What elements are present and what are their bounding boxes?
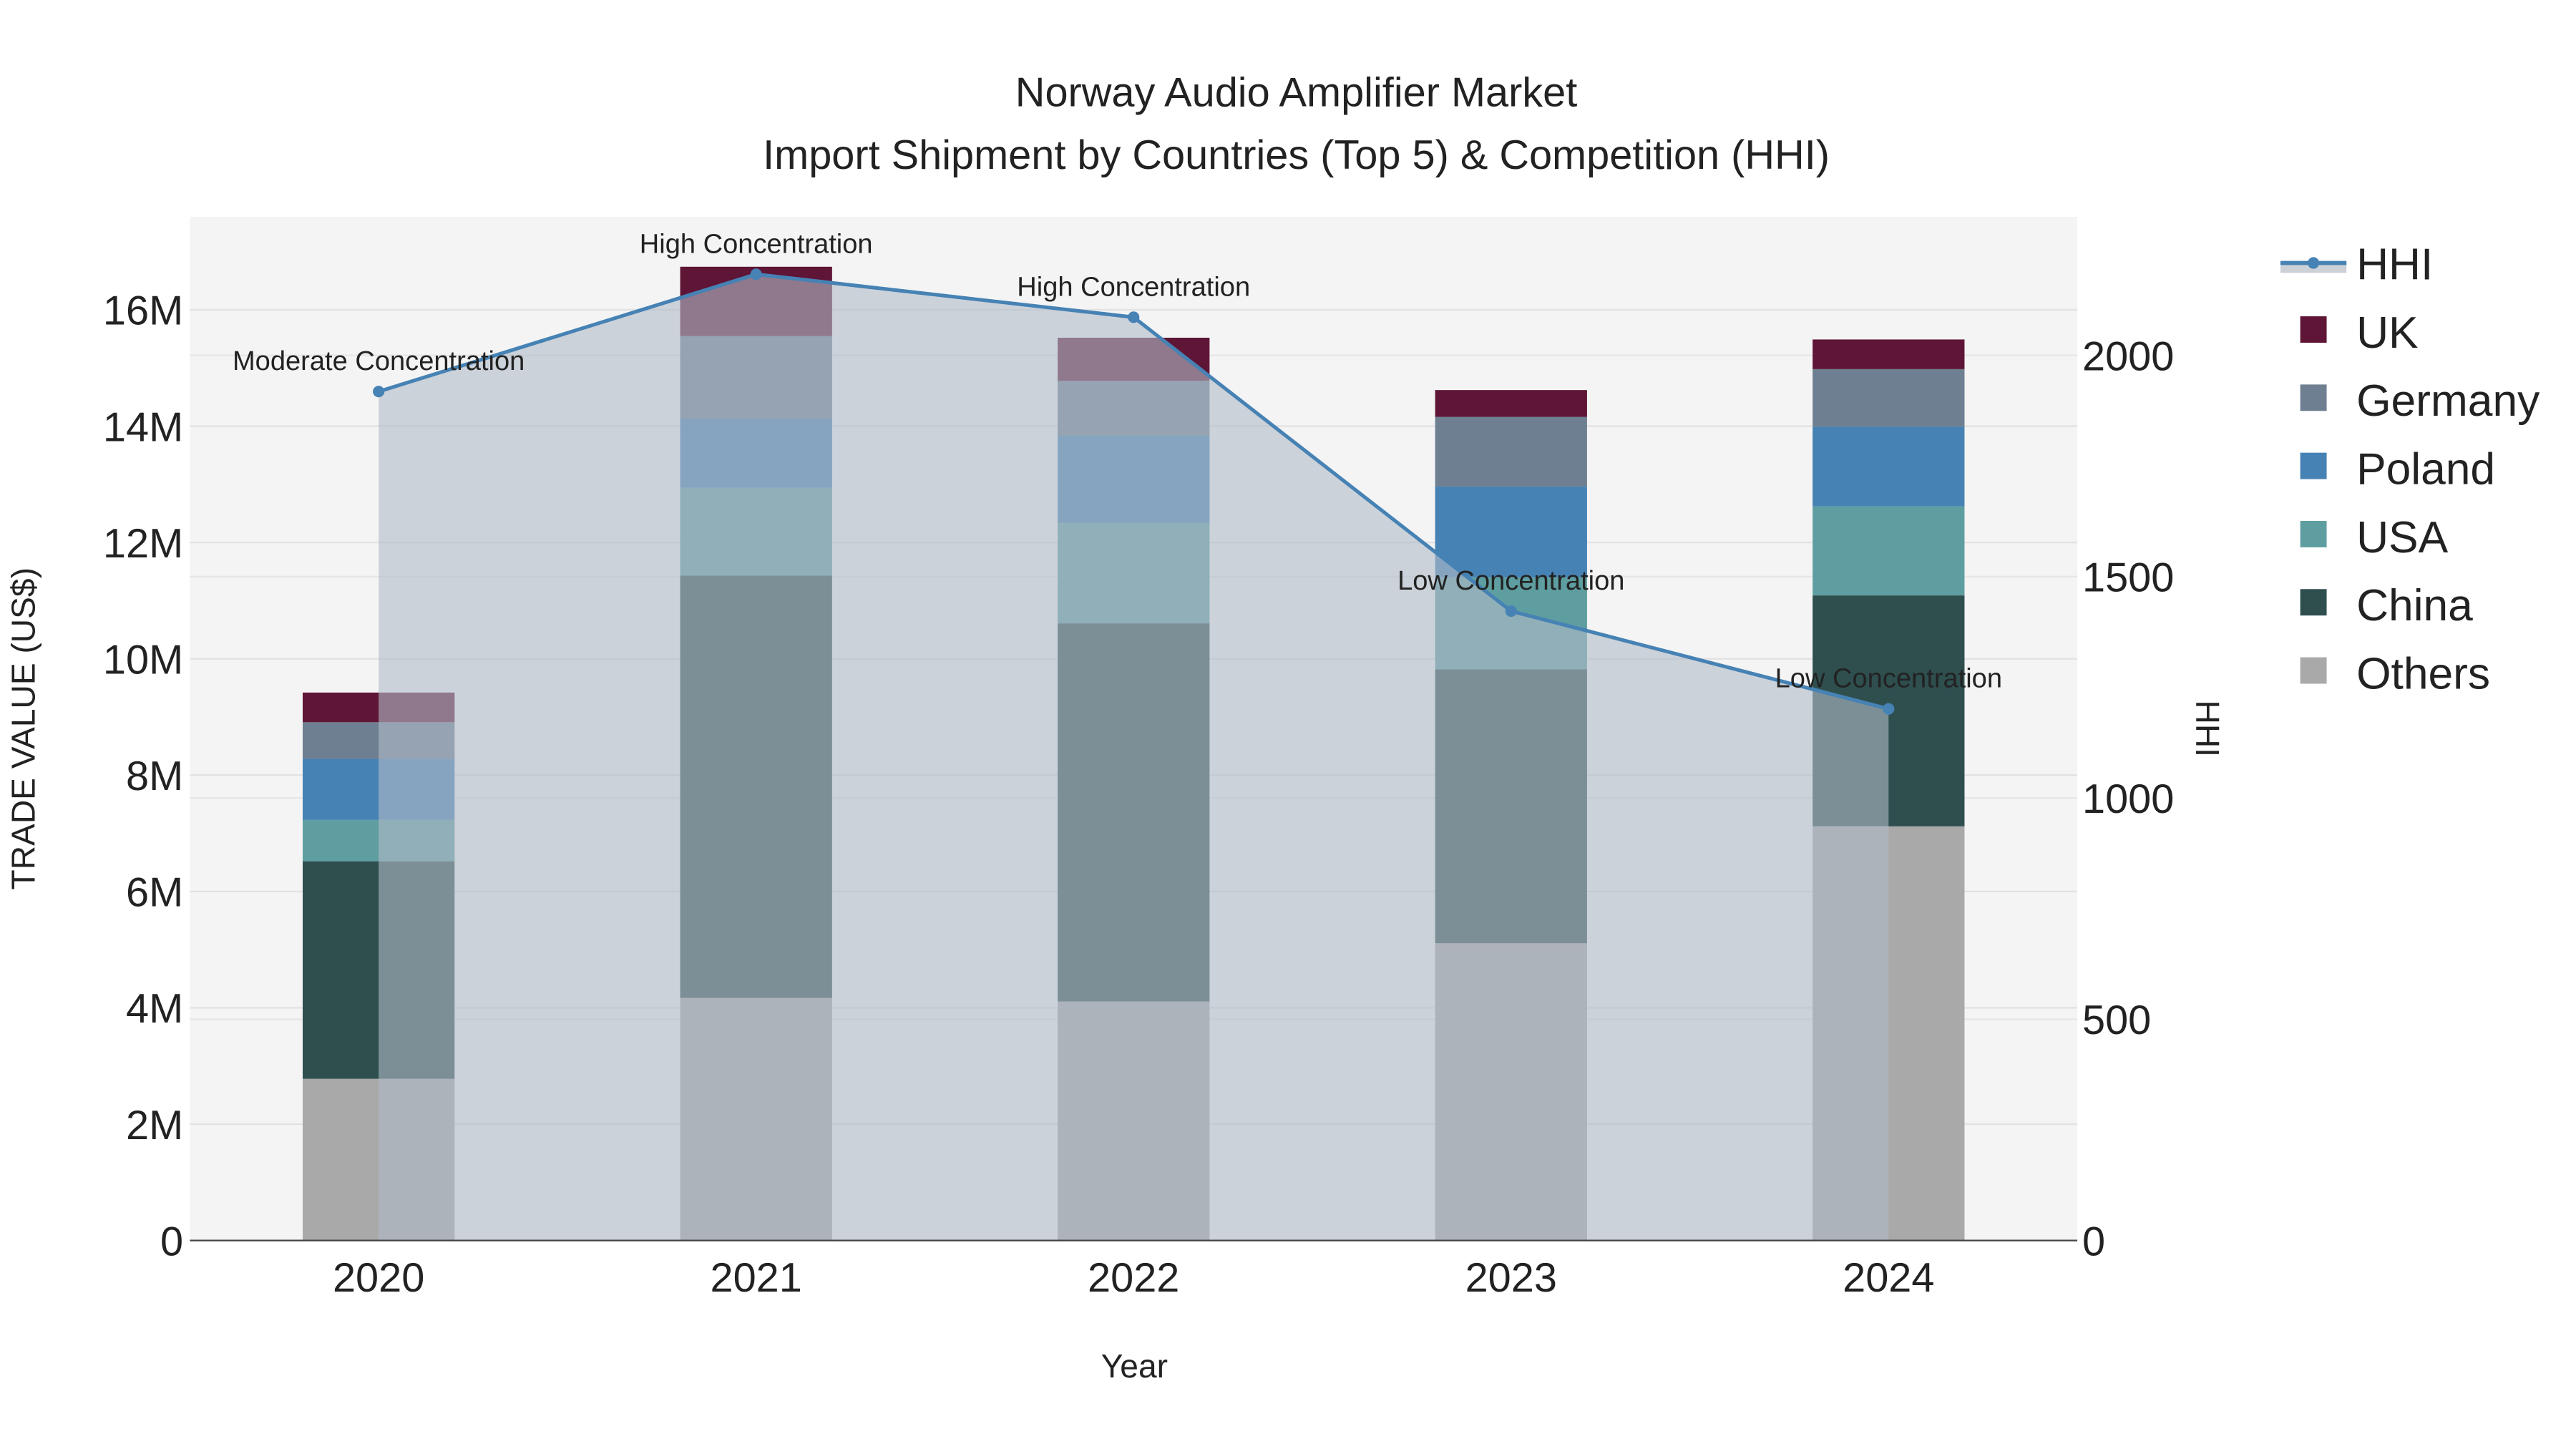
legend-label-others: Others [2356, 649, 2490, 698]
hhi-point-2022 [1128, 311, 1140, 323]
hhi-point-2023 [1505, 605, 1517, 618]
y2-tick-label: 1500 [2082, 555, 2174, 601]
bar-uk-2023 [1435, 390, 1587, 417]
x-tick-label: 2022 [1088, 1255, 1179, 1301]
legend: HHI UK Germany Poland USA China Others [2280, 240, 2540, 698]
bar-germany-2023 [1435, 416, 1587, 487]
legend-swatch-china [2300, 589, 2327, 616]
x-tick-label: 2024 [1843, 1255, 1934, 1301]
x-tick-label: 2021 [711, 1255, 802, 1301]
y2-axis-title: HHI [2189, 701, 2226, 757]
y-axis-title: TRADE VALUE (US$) [4, 567, 42, 889]
bar-germany-2024 [1813, 369, 1965, 427]
y-tick-label: 6M [126, 870, 183, 916]
legend-label-usa: USA [2356, 513, 2449, 562]
y2-tick-label: 2000 [2082, 333, 2174, 379]
y2-tick-label: 500 [2082, 997, 2151, 1043]
y-tick-label: 16M [103, 288, 183, 334]
hhi-annotation: Low Concentration [1775, 664, 2002, 694]
legend-label-hhi: HHI [2356, 240, 2433, 290]
y-tick-label: 4M [126, 986, 183, 1032]
hhi-point-2021 [750, 268, 762, 280]
hhi-annotation: Low Concentration [1397, 566, 1624, 596]
hhi-annotation: High Concentration [1017, 272, 1250, 302]
bar-uk-2024 [1813, 339, 1965, 369]
chart: Moderate Concentration High Concentration… [4, 69, 2540, 1385]
legend-label-uk: UK [2356, 308, 2419, 358]
hhi-annotation: High Concentration [640, 229, 873, 259]
chart-subtitle: Import Shipment by Countries (Top 5) & C… [763, 132, 1830, 178]
legend-swatch-others [2300, 657, 2327, 684]
legend-swatch-uk [2300, 316, 2327, 343]
legend-label-germany: Germany [2356, 376, 2540, 426]
x-axis-title: Year [1101, 1347, 1168, 1385]
legend-hhi-marker [2308, 257, 2320, 269]
legend-swatch-usa [2300, 520, 2327, 547]
y-tick-label: 12M [103, 521, 183, 567]
y-tick-label: 2M [126, 1103, 183, 1148]
hhi-annotation: Moderate Concentration [233, 346, 525, 376]
legend-label-china: China [2356, 581, 2473, 630]
y-tick-label: 8M [126, 753, 183, 799]
legend-swatch-germany [2300, 384, 2327, 411]
bar-poland-2024 [1813, 426, 1965, 507]
y2-tick-label: 0 [2082, 1219, 2105, 1264]
y2-tick-label: 1000 [2082, 776, 2174, 822]
legend-swatch-poland [2300, 452, 2327, 479]
legend-label-poland: Poland [2356, 444, 2495, 494]
x-tick-label: 2020 [333, 1255, 424, 1301]
bar-poland-2023 [1435, 487, 1587, 577]
chart-title: Norway Audio Amplifier Market [1015, 69, 1578, 115]
bar-usa-2024 [1813, 506, 1965, 596]
hhi-point-2020 [373, 386, 385, 398]
x-tick-label: 2023 [1465, 1255, 1557, 1301]
hhi-point-2024 [1883, 703, 1895, 715]
y-tick-label: 0 [160, 1219, 183, 1264]
y-tick-label: 14M [103, 404, 183, 450]
y-tick-label: 10M [103, 637, 183, 683]
